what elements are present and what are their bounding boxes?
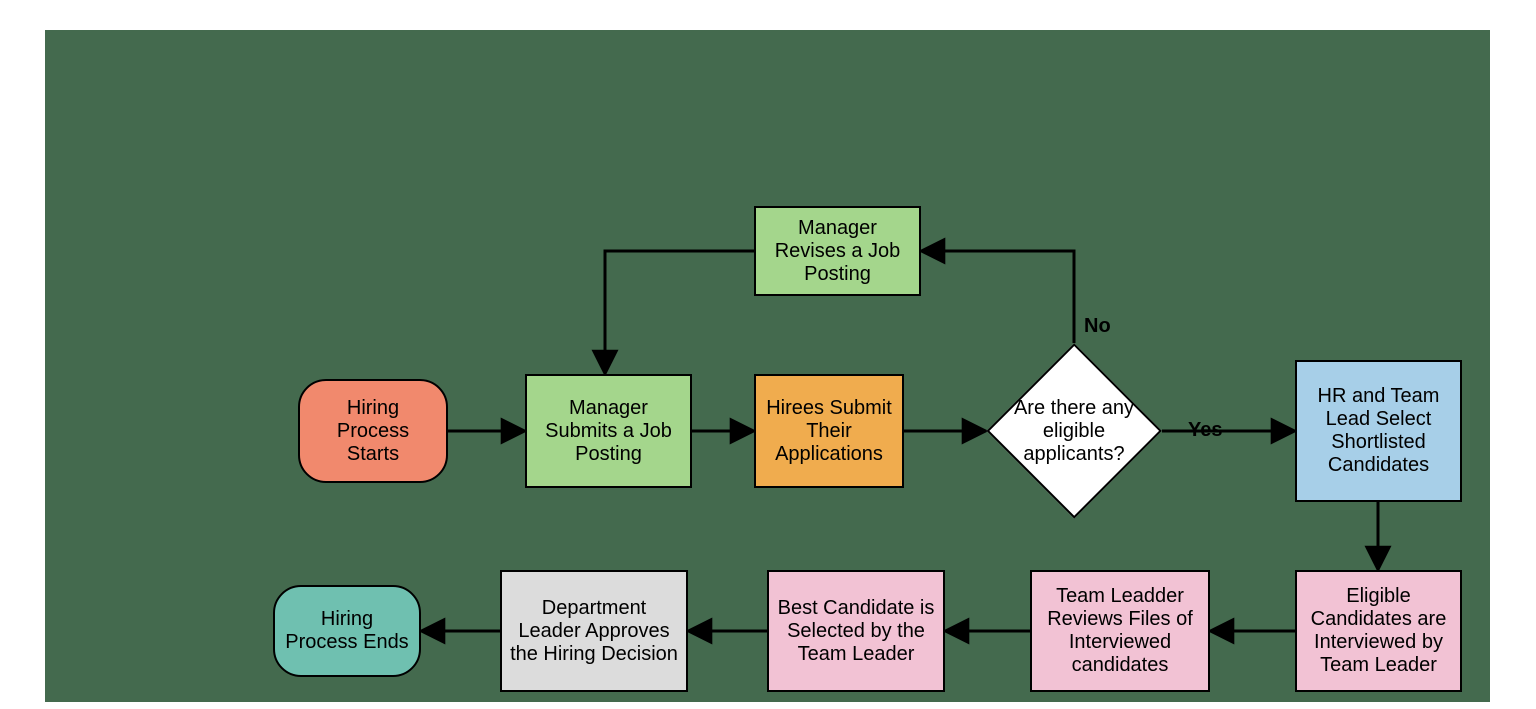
node-review-label: Team Leadder Reviews Files of Interviewe… <box>1040 585 1200 677</box>
node-revise-label: Manager Revises a Job Posting <box>764 217 911 286</box>
node-shortlist: HR and Team Lead Select Shortlisted Cand… <box>1295 360 1462 502</box>
node-approve: Department Leader Approves the Hiring De… <box>500 570 688 692</box>
node-approve-label: Department Leader Approves the Hiring De… <box>510 597 678 666</box>
node-decision-label: Are there any eligible applicants? <box>986 343 1162 519</box>
edge-label-no: No <box>1084 315 1111 338</box>
node-shortlist-label: HR and Team Lead Select Shortlisted Cand… <box>1305 385 1452 477</box>
node-decision-eligible: Are there any eligible applicants? <box>986 343 1162 519</box>
node-revise-job-posting: Manager Revises a Job Posting <box>754 206 921 296</box>
node-best-label: Best Candidate is Selected by the Team L… <box>777 597 935 666</box>
edge-decision-revise <box>921 251 1074 343</box>
node-start: Hiring Process Starts <box>298 379 448 483</box>
edge-revise-submit <box>605 251 754 374</box>
node-end-label: Hiring Process Ends <box>283 608 411 654</box>
node-hirees-label: Hirees Submit Their Applications <box>764 397 894 466</box>
page-background: Hiring Process Starts Manager Submits a … <box>0 0 1536 709</box>
node-submit-label: Manager Submits a Job Posting <box>535 397 682 466</box>
node-review: Team Leadder Reviews Files of Interviewe… <box>1030 570 1210 692</box>
node-hirees-submit: Hirees Submit Their Applications <box>754 374 904 488</box>
flowchart-surface: Hiring Process Starts Manager Submits a … <box>45 30 1490 702</box>
edge-label-yes: Yes <box>1188 419 1222 442</box>
node-interview: Eligible Candidates are Interviewed by T… <box>1295 570 1462 692</box>
node-start-label: Hiring Process Starts <box>308 397 438 466</box>
node-best-candidate: Best Candidate is Selected by the Team L… <box>767 570 945 692</box>
node-submit-job-posting: Manager Submits a Job Posting <box>525 374 692 488</box>
node-end: Hiring Process Ends <box>273 585 421 677</box>
node-interview-label: Eligible Candidates are Interviewed by T… <box>1305 585 1452 677</box>
